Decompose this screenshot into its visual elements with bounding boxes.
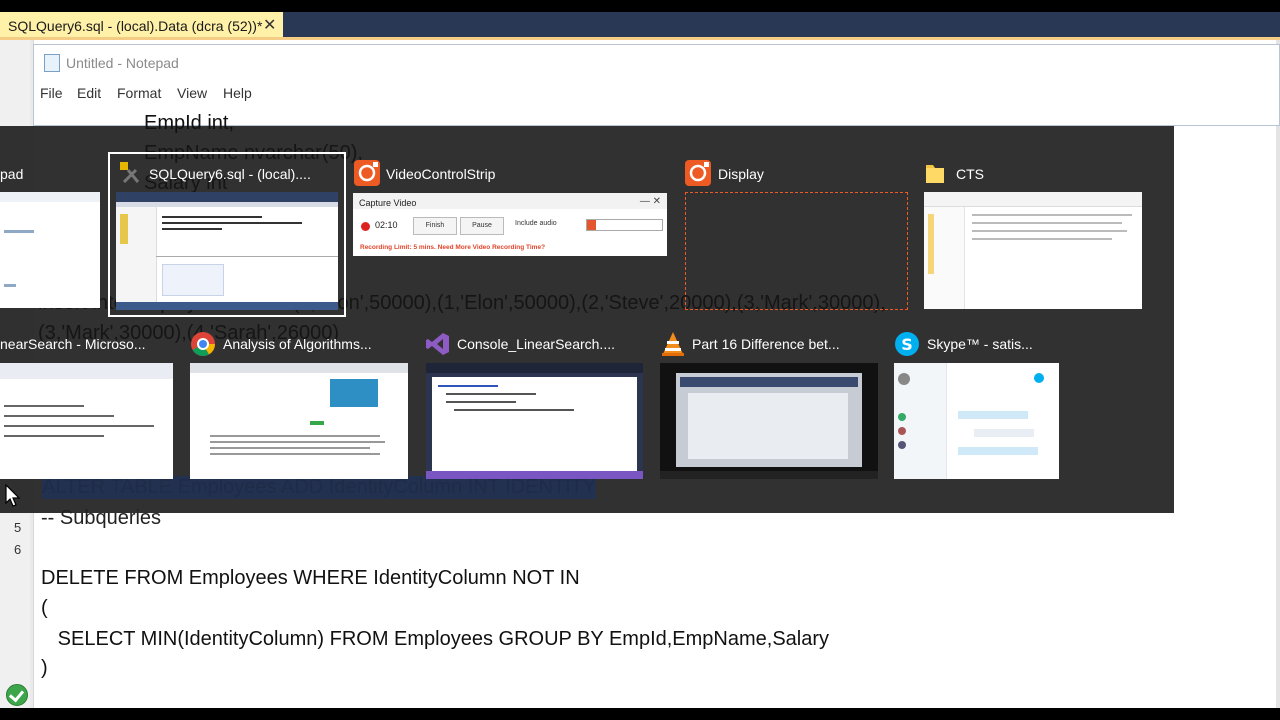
audio-level-fill — [587, 220, 596, 230]
skype-icon: S — [895, 332, 919, 356]
code-line[interactable]: SELECT MIN(IdentityColumn) FROM Employee… — [41, 628, 829, 651]
window-thumbnail — [685, 192, 908, 310]
notepad-icon — [44, 54, 60, 72]
close-icon[interactable]: ✕ — [263, 15, 276, 35]
window-thumbnail — [894, 363, 1059, 479]
code-behind-line: EmpId int, — [144, 112, 235, 134]
task-switcher: EmpId int, EmpName nvarchar(50), Salary … — [0, 112, 1174, 513]
recording-time: 02:10 — [375, 220, 398, 230]
switcher-item-label: Analysis of Algorithms... — [223, 336, 372, 352]
audio-level-bar — [586, 219, 663, 231]
switcher-item-label: CTS — [956, 166, 984, 182]
vlc-icon — [662, 332, 684, 356]
switcher-item-label: VideoControlStrip — [386, 166, 496, 182]
line-number: 5 — [14, 520, 22, 535]
menu-file[interactable]: File — [40, 85, 63, 101]
menu-format[interactable]: Format — [117, 85, 161, 101]
screen-top-border — [0, 0, 1280, 12]
tab-sqlquery6[interactable]: SQLQuery6.sql - (local).Data (dcra (52))… — [0, 12, 283, 40]
record-icon — [685, 160, 711, 186]
recording-limit-text: Recording Limit: 5 mins. Need More Video… — [360, 244, 546, 251]
window-buttons: — ✕ — [639, 196, 661, 207]
switcher-item-label: Display — [718, 166, 764, 182]
switcher-item-label: Console_LinearSearch.... — [457, 336, 615, 352]
tab-title: SQLQuery6.sql - (local).Data (dcra (52))… — [8, 18, 263, 34]
window-thumbnail — [924, 192, 1142, 309]
line-number: 6 — [14, 542, 22, 557]
window-thumbnail — [660, 363, 878, 479]
check-icon — [6, 684, 28, 706]
screen-bottom-border — [0, 708, 1280, 720]
menu-help[interactable]: Help — [223, 85, 252, 101]
vertical-scrollbar[interactable] — [1276, 40, 1280, 708]
capture-video-thumbnail: Capture Video — ✕ 02:10 Finish Pause Inc… — [353, 193, 667, 256]
record-dot-icon — [361, 222, 370, 231]
record-icon — [354, 160, 380, 186]
switcher-item-label: nearSearch - Microso... — [0, 336, 146, 352]
window-thumbnail — [116, 192, 338, 310]
switcher-item-label: Skype™ - satis... — [927, 336, 1033, 352]
mouse-pointer-icon — [5, 484, 21, 507]
finish-button: Finish — [413, 217, 457, 235]
code-line[interactable]: ( — [41, 597, 48, 620]
switcher-item-label: SQLQuery6.sql - (local).... — [149, 166, 311, 182]
svg-text:S: S — [901, 335, 913, 354]
window-thumbnail — [426, 363, 643, 479]
visual-studio-icon — [426, 333, 449, 355]
ssms-icon — [120, 162, 140, 184]
code-line[interactable]: ) — [41, 657, 48, 680]
chrome-icon — [191, 332, 215, 357]
capture-video-title: Capture Video — [359, 198, 417, 208]
menu-edit[interactable]: Edit — [77, 85, 101, 101]
window-thumbnail — [0, 363, 173, 479]
menu-view[interactable]: View — [177, 85, 207, 101]
pause-button: Pause — [460, 217, 504, 235]
include-audio-checkbox: Include audio — [515, 220, 557, 227]
folder-icon — [926, 165, 944, 183]
window-thumbnail — [0, 192, 100, 308]
code-behind-line: ALTER TABLE Employees ADD IdentityColumn… — [42, 476, 597, 499]
switcher-item-label: pad — [0, 166, 24, 182]
notepad-title: Untitled - Notepad — [66, 55, 179, 71]
switcher-item-label: Part 16 Difference bet... — [692, 336, 840, 352]
code-line[interactable]: DELETE FROM Employees WHERE IdentityColu… — [41, 567, 580, 590]
window-thumbnail — [190, 363, 408, 479]
